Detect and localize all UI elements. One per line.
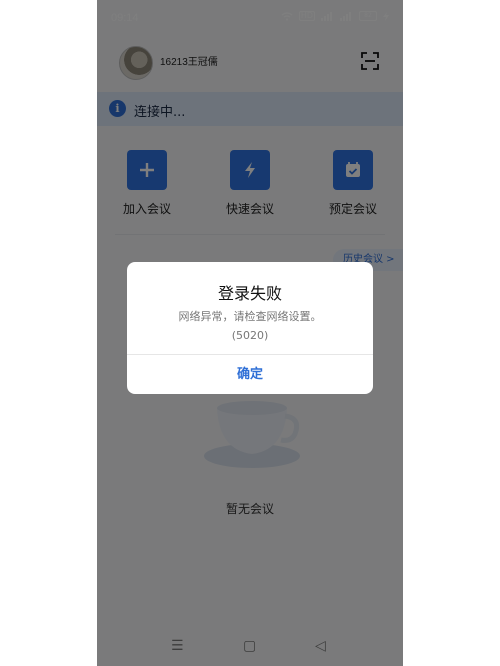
dialog-title: 登录失败 bbox=[217, 284, 282, 303]
login-failed-dialog: 登录失败 网络异常，请检查网络设置。 (5020) 确定 bbox=[127, 262, 373, 394]
dialog-message: 网络异常，请检查网络设置。 (5020) bbox=[127, 307, 373, 345]
phone-screen: 09:14 HD 82 16213王冠儒 bbox=[97, 0, 403, 666]
confirm-button[interactable]: 确定 bbox=[127, 355, 373, 394]
dialog-error-code: (5020) bbox=[231, 329, 269, 342]
dialog-message-line: 网络异常，请检查网络设置。 bbox=[178, 310, 322, 323]
